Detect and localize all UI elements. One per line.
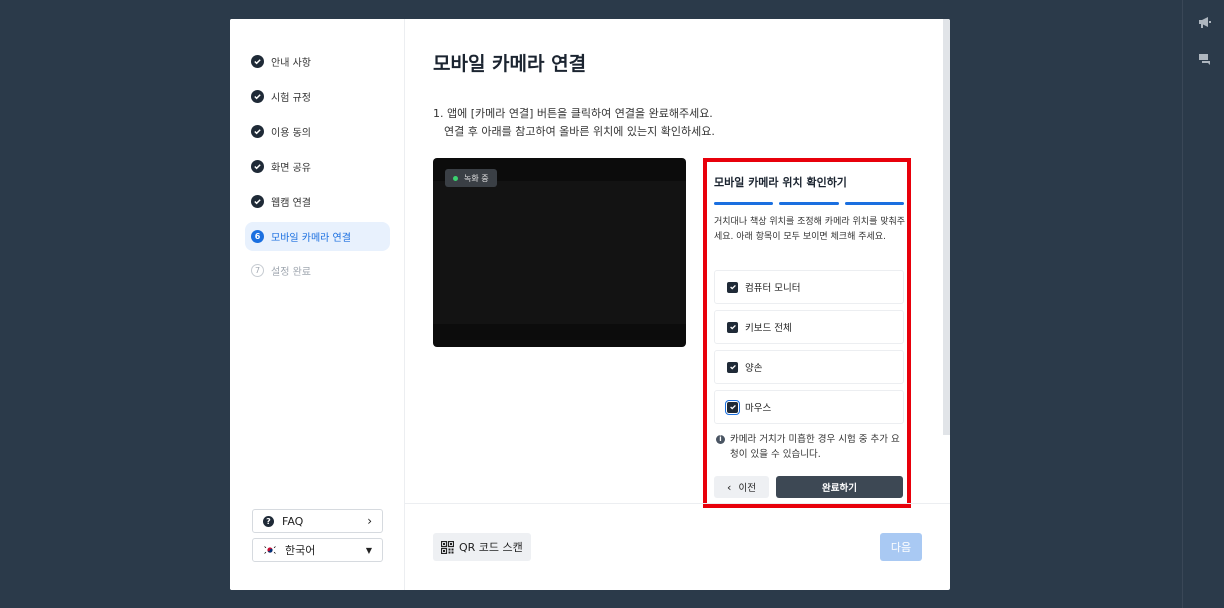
- faq-label: FAQ: [282, 514, 304, 528]
- step-label: 모바일 카메라 연결: [271, 233, 351, 244]
- check-item-monitor[interactable]: 컴퓨터 모니터: [714, 270, 904, 304]
- checkbox-checked-icon[interactable]: [727, 281, 738, 293]
- camera-position-panel: 모바일 카메라 위치 확인하기 거치대나 책상 위치를 조정해 카메라 위치를 …: [703, 158, 911, 508]
- step-label: 이용 동의: [271, 128, 311, 139]
- step-notice[interactable]: 안내 사항: [245, 47, 390, 76]
- checkbox-checked-icon[interactable]: [725, 399, 740, 415]
- instruction-line-1: 1. 앱에 [카메라 연결] 버튼을 클릭하여 연결을 완료해주세요.: [433, 107, 713, 120]
- step-label: 안내 사항: [271, 58, 311, 69]
- panel-note: i 카메라 거치가 미흡한 경우 시험 중 추가 요청이 있을 수 있습니다.: [716, 432, 906, 462]
- step-screen-share[interactable]: 화면 공유: [245, 152, 390, 181]
- panel-description: 거치대나 책상 위치를 조정해 카메라 위치를 맞춰주세요. 아래 항목이 모두…: [714, 217, 906, 242]
- complete-button[interactable]: 완료하기: [776, 476, 903, 498]
- main-content: 모바일 카메라 연결 1. 앱에 [카메라 연결] 버튼을 클릭하여 연결을 완…: [405, 19, 950, 590]
- check-icon: [251, 55, 264, 68]
- step-mobile-camera[interactable]: 6 모바일 카메라 연결: [245, 222, 390, 251]
- check-icon: [251, 160, 264, 173]
- step-number: 6: [251, 230, 264, 243]
- next-button[interactable]: 다음: [880, 533, 922, 561]
- check-item-label: 마우스: [745, 403, 772, 414]
- footer-divider: [405, 503, 950, 504]
- step-label: 설정 완료: [271, 267, 311, 278]
- recording-dot-icon: [453, 175, 458, 181]
- step-number: 7: [251, 264, 264, 277]
- step-rules[interactable]: 시험 규정: [245, 82, 390, 111]
- prev-label: 이전: [738, 483, 756, 494]
- camera-preview: 녹화 중: [433, 158, 686, 347]
- chevron-right-icon: ›: [367, 514, 372, 528]
- recording-badge: 녹화 중: [445, 169, 497, 187]
- qr-scan-button[interactable]: QR 코드 스캔: [433, 533, 531, 561]
- progress-segment: [844, 202, 904, 205]
- check-item-label: 양손: [745, 363, 763, 374]
- panel-progress: [714, 202, 904, 205]
- check-icon: [251, 125, 264, 138]
- info-icon: i: [716, 435, 725, 444]
- check-item-label: 키보드 전체: [745, 323, 792, 334]
- step-sidebar: 안내 사항 시험 규정 이용 동의 화면 공유 웹캠 연결 6 모바일 카메라 …: [230, 19, 405, 590]
- faq-button[interactable]: ? FAQ ›: [252, 509, 383, 533]
- chevron-left-icon: ‹: [727, 480, 732, 494]
- check-item-hands[interactable]: 양손: [714, 350, 904, 384]
- checkbox-checked-icon[interactable]: [727, 361, 738, 373]
- qr-code-icon: [441, 540, 454, 554]
- language-select[interactable]: 한국어 ▼: [252, 538, 383, 562]
- qr-label: QR 코드 스캔: [459, 541, 523, 554]
- megaphone-icon[interactable]: [1198, 15, 1212, 29]
- panel-title: 모바일 카메라 위치 확인하기: [714, 176, 847, 189]
- language-label: 한국어: [285, 544, 316, 557]
- check-item-mouse[interactable]: 마우스: [714, 390, 904, 424]
- modal-scrollbar[interactable]: [943, 19, 950, 435]
- step-complete[interactable]: 7 설정 완료: [245, 256, 390, 285]
- instruction-line-2: 연결 후 아래를 참고하여 올바른 위치에 있는지 확인하세요.: [444, 125, 715, 138]
- check-icon: [251, 195, 264, 208]
- step-label: 시험 규정: [271, 93, 311, 104]
- progress-segment: [779, 202, 839, 205]
- step-label: 웹캠 연결: [271, 198, 311, 209]
- page-title: 모바일 카메라 연결: [433, 53, 587, 75]
- camera-feed: [433, 181, 686, 324]
- step-consent[interactable]: 이용 동의: [245, 117, 390, 146]
- question-icon: ?: [263, 515, 274, 527]
- step-label: 화면 공유: [271, 163, 311, 174]
- setup-modal: 안내 사항 시험 규정 이용 동의 화면 공유 웹캠 연결 6 모바일 카메라 …: [230, 19, 950, 590]
- checkbox-checked-icon[interactable]: [727, 321, 738, 333]
- step-webcam[interactable]: 웹캠 연결: [245, 187, 390, 216]
- right-rail: [1182, 0, 1224, 608]
- check-icon: [251, 90, 264, 103]
- caret-down-icon: ▼: [365, 545, 372, 555]
- progress-segment: [714, 202, 774, 205]
- chat-icon[interactable]: [1198, 52, 1212, 66]
- note-text: 카메라 거치가 미흡한 경우 시험 중 추가 요청이 있을 수 있습니다.: [730, 434, 900, 460]
- recording-label: 녹화 중: [464, 173, 489, 183]
- prev-button[interactable]: ‹ 이전: [714, 476, 769, 498]
- instructions: 1. 앱에 [카메라 연결] 버튼을 클릭하여 연결을 완료해주세요. 연결 후…: [433, 105, 715, 141]
- korea-flag-icon: [263, 545, 277, 555]
- check-item-label: 컴퓨터 모니터: [745, 283, 801, 294]
- check-item-keyboard[interactable]: 키보드 전체: [714, 310, 904, 344]
